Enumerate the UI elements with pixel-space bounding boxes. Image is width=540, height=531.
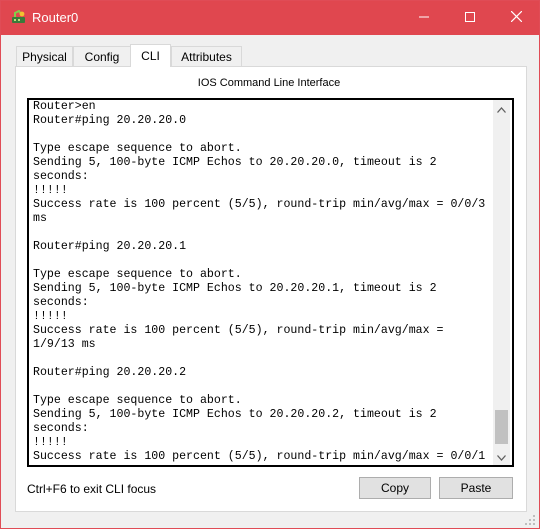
close-icon — [510, 9, 522, 27]
window-title: Router0 — [32, 10, 79, 25]
cli-heading: IOS Command Line Interface — [197, 77, 341, 89]
tab-cli[interactable]: CLI — [130, 44, 171, 67]
terminal-output[interactable]: Router>en Router#ping 20.20.20.0 Type es… — [33, 100, 491, 464]
scroll-down-button[interactable] — [493, 448, 510, 465]
close-button[interactable] — [493, 1, 539, 35]
terminal-scrollbar[interactable] — [493, 100, 510, 465]
tab-config[interactable]: Config — [73, 46, 131, 66]
paste-button[interactable]: Paste — [439, 477, 513, 499]
maximize-icon — [465, 9, 475, 27]
tab-strip-divider — [15, 66, 527, 67]
scroll-thumb[interactable] — [495, 410, 508, 444]
title-bar[interactable]: Router0 — [1, 1, 539, 35]
resize-grip-icon[interactable] — [524, 513, 536, 525]
router-window: Router0 Physical Config CLI Attributes I… — [0, 0, 540, 529]
chevron-down-icon — [497, 448, 506, 466]
router-app-icon — [11, 9, 27, 26]
maximize-button[interactable] — [447, 1, 493, 35]
tab-physical[interactable]: Physical — [16, 46, 73, 66]
cli-terminal[interactable]: Router>en Router#ping 20.20.20.0 Type es… — [27, 98, 514, 467]
chevron-up-icon — [497, 100, 506, 118]
copy-button[interactable]: Copy — [359, 477, 431, 499]
minimize-icon — [419, 9, 429, 27]
exit-cli-hint: Ctrl+F6 to exit CLI focus — [27, 482, 157, 496]
scroll-up-button[interactable] — [493, 100, 510, 117]
tab-attributes[interactable]: Attributes — [171, 46, 242, 66]
minimize-button[interactable] — [401, 1, 447, 35]
